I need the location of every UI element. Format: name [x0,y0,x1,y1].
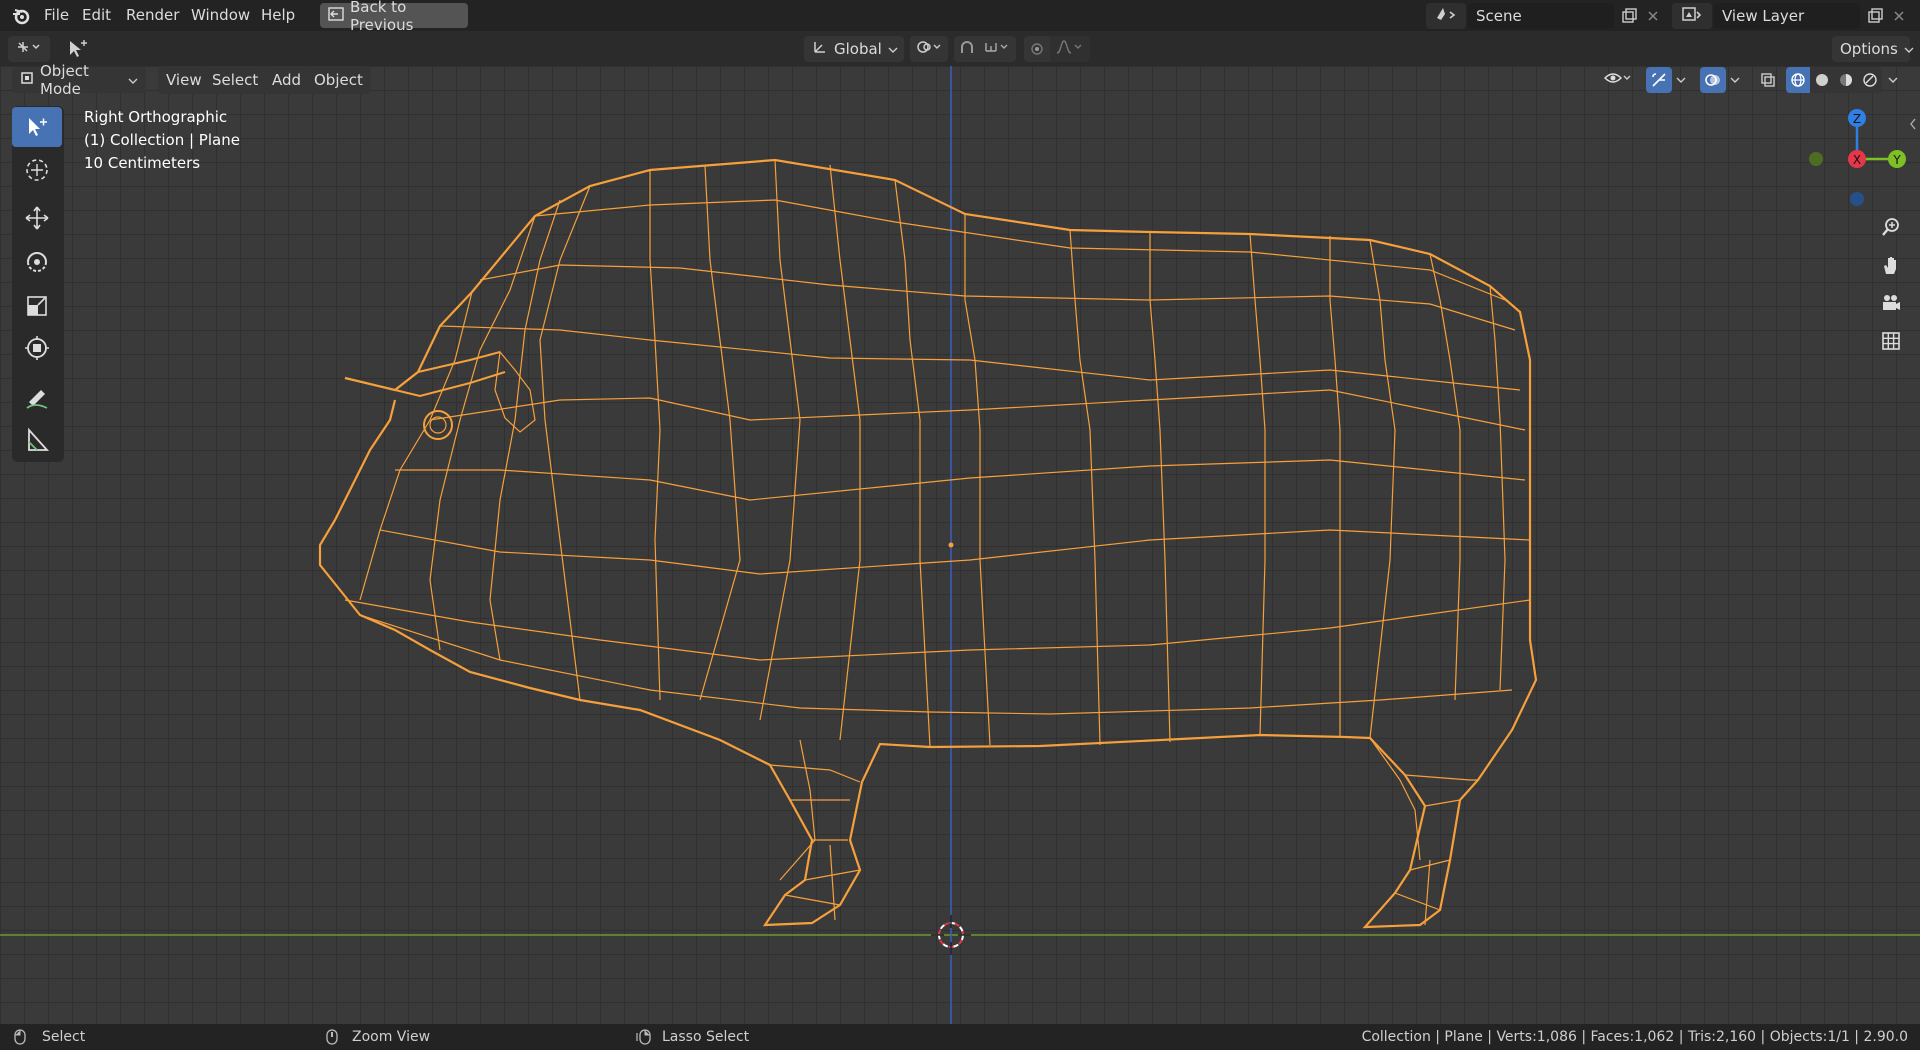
pig-wireframe [318,158,1538,929]
zoom-icon[interactable] [1876,212,1906,242]
scene-browse-button[interactable] [1426,3,1466,29]
shading-dropdown-icon[interactable] [1884,67,1902,93]
menu-edit[interactable]: Edit [82,0,111,31]
gizmo-y-label: Y [1892,153,1901,167]
gizmo-x-label: X [1853,153,1861,167]
status-lasso-label: Lasso Select [662,1029,750,1045]
gizmo-neg-y-axis [1809,152,1823,166]
menu-window[interactable]: Window [191,0,250,31]
menu-render[interactable]: Render [126,0,179,31]
view-layer-new-icon[interactable] [1862,3,1888,29]
view-layer-icon [1681,6,1703,26]
menu-file[interactable]: File [44,0,69,31]
mouse-right-drag-icon [634,1028,654,1046]
scene-close-icon[interactable] [1642,3,1664,29]
viewport-canvas [0,66,1920,1024]
view-layer-name-field[interactable]: View Layer [1714,3,1860,29]
scene-name-field[interactable]: Scene [1468,3,1614,29]
viewport-menu-view[interactable]: View [158,66,210,94]
transform-orientation-dropdown[interactable]: Global [804,36,904,62]
xray-toggle-icon[interactable] [1756,67,1780,93]
falloff-dropdown[interactable] [1050,36,1090,62]
options-label: Options [1840,40,1898,58]
orientation-label: Global [834,40,882,58]
measure-tool-icon[interactable] [12,420,62,460]
overlays-toggle-icon[interactable] [1700,67,1726,93]
mouse-left-icon [12,1028,28,1046]
gizmo-z-label: Z [1853,112,1861,126]
menu-help[interactable]: Help [261,0,295,31]
mouse-middle-icon [324,1028,340,1046]
status-zoom-label: Zoom View [352,1029,431,1045]
editor-type-icon [15,39,43,59]
shading-solid-icon[interactable] [1810,67,1834,93]
view-layer-browse-button[interactable] [1672,3,1712,29]
move-tool-icon[interactable] [12,198,62,238]
pivot-icon [915,39,943,59]
status-select-label: Select [42,1029,86,1045]
orientation-icon [812,39,828,59]
snap-target-dropdown[interactable] [980,36,1016,62]
shading-wireframe-icon[interactable] [1786,67,1810,93]
gizmo-neg-z-axis [1850,192,1864,206]
scale-tool-icon[interactable] [12,286,62,326]
collection-label: (1) Collection | Plane [84,131,240,149]
proportional-editing-icon[interactable] [1024,36,1050,62]
shading-rendered-icon[interactable] [1858,67,1882,93]
back-icon [328,6,344,25]
chevron-down-icon [128,71,138,89]
chevron-down-icon [888,40,898,58]
editor-type-button[interactable] [8,36,50,62]
shading-material-icon[interactable] [1834,67,1858,93]
perspective-grid-icon[interactable] [1876,326,1906,356]
scene-new-icon[interactable] [1616,3,1642,29]
rotate-tool-icon[interactable] [12,242,62,282]
blender-logo-icon[interactable] [8,4,34,28]
object-visibility-dropdown[interactable] [1598,67,1638,93]
gizmo-toggle-icon[interactable] [1646,67,1672,93]
object-origin [948,542,954,548]
object-mode-icon [20,71,34,89]
chevron-down-icon [1904,40,1914,58]
falloff-curve-icon [1055,39,1085,59]
gizmo-dropdown-icon[interactable] [1672,67,1690,93]
object-mode-dropdown[interactable]: Object Mode [12,62,146,98]
3d-viewport[interactable]: Right Orthographic (1) Collection | Plan… [0,66,1920,1024]
overlays-dropdown-icon[interactable] [1726,67,1744,93]
pivot-point-dropdown[interactable] [910,36,948,62]
back-label: Back to Previous [350,0,414,34]
view-layer-close-icon[interactable] [1888,3,1910,29]
options-dropdown[interactable]: Options [1832,36,1914,62]
camera-view-icon[interactable] [1876,288,1906,318]
snap-toggle-icon[interactable] [954,36,980,62]
scene-statistics: Collection | Plane | Verts:1,086 | Faces… [1361,1029,1908,1045]
eye-icon [1603,70,1633,90]
select-box-tool-icon[interactable] [12,107,62,147]
cursor-tool-icon[interactable] [12,150,62,190]
back-to-previous-button[interactable]: Back to Previous [320,0,468,34]
top-menu-bar: File Edit Render Window Help Back to Pre… [0,0,1920,34]
view-name-label: Right Orthographic [84,108,228,126]
status-bar: Select Zoom View Lasso Select Collection… [0,1024,1920,1050]
viewport-menu-object[interactable]: Object [306,66,371,94]
navigation-gizmo[interactable]: Z Y X [1800,104,1920,224]
snap-increment-icon [984,39,1012,59]
grid-scale-label: 10 Centimeters [84,154,201,172]
annotate-tool-icon[interactable] [12,378,62,418]
select-box-tool-icon[interactable] [62,36,94,62]
transform-tool-icon[interactable] [12,328,62,368]
scene-icon [1435,6,1457,26]
tool-header: Global Options [0,31,1920,66]
pan-hand-icon[interactable] [1876,250,1906,280]
object-mode-label: Object Mode [40,62,89,98]
viewport-menu-add[interactable]: Add [264,66,310,94]
viewport-menu-select[interactable]: Select [204,66,267,94]
